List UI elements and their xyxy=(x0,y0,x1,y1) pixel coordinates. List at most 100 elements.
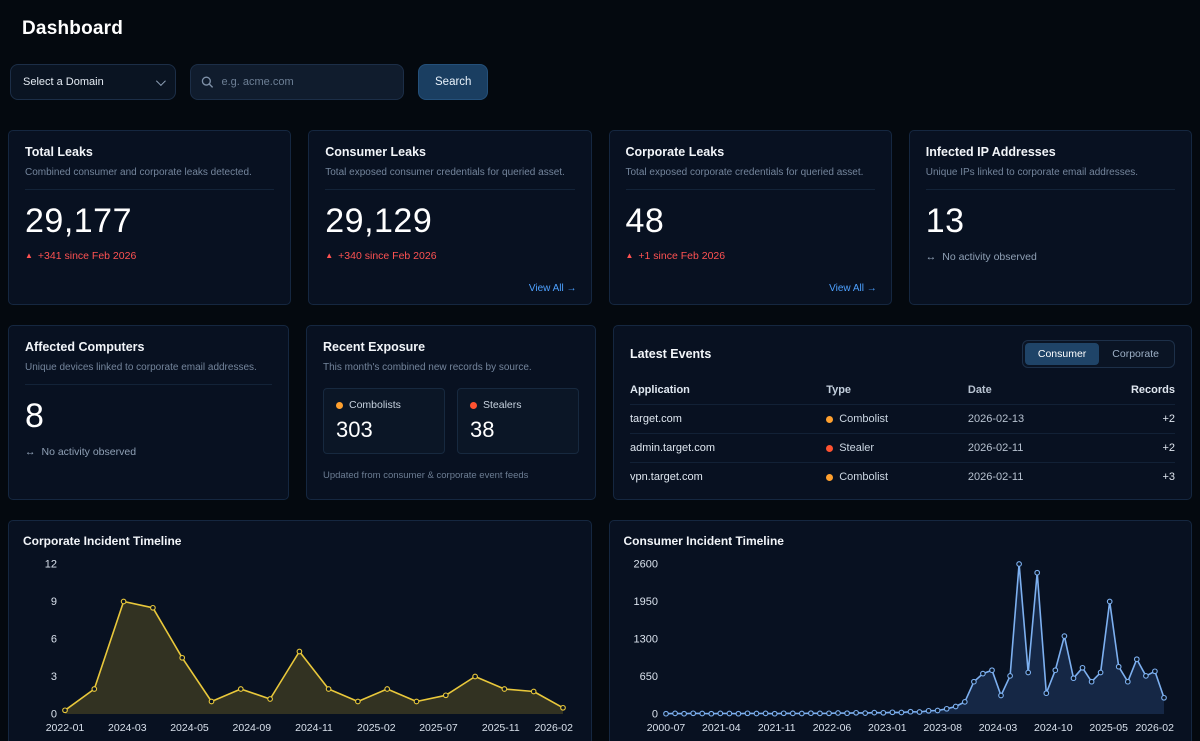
svg-text:2024-03: 2024-03 xyxy=(108,722,147,734)
latest-events-card: Latest Events Consumer Corporate Applica… xyxy=(613,325,1192,500)
search-button[interactable]: Search xyxy=(418,64,488,100)
stat-delta: ▲ +341 since Feb 2026 xyxy=(25,250,274,262)
stat-card-corporate-leaks: Corporate Leaks Total exposed corporate … xyxy=(609,130,892,305)
status-text: No activity observed xyxy=(42,446,137,458)
card-title: Recent Exposure xyxy=(323,340,579,354)
domain-select[interactable]: Select a Domain xyxy=(10,64,176,100)
svg-text:12: 12 xyxy=(45,559,57,571)
event-type: Combolist xyxy=(826,413,968,425)
col-header-type: Type xyxy=(826,378,968,405)
status-text: No activity observed xyxy=(942,251,1037,263)
event-date: 2026-02-11 xyxy=(968,434,1099,463)
events-header-row: Application Type Date Records xyxy=(630,378,1175,405)
delta-text: +1 since Feb 2026 xyxy=(638,250,725,262)
tab-consumer[interactable]: Consumer xyxy=(1025,343,1099,365)
event-records: +3 xyxy=(1099,463,1175,492)
chart-title: Corporate Incident Timeline xyxy=(23,534,577,548)
event-application: vpn.target.com xyxy=(630,463,826,492)
event-application: target.com xyxy=(630,405,826,434)
svg-text:2600: 2600 xyxy=(633,559,657,571)
svg-text:2022-01: 2022-01 xyxy=(46,722,85,734)
delta-text: +340 since Feb 2026 xyxy=(338,250,436,262)
svg-text:0: 0 xyxy=(651,709,657,721)
event-row: vpn.target.com Combolist 2026-02-11 +3 xyxy=(630,463,1175,492)
combolists-label-row: Combolists xyxy=(336,399,432,411)
svg-text:2023-01: 2023-01 xyxy=(868,722,907,734)
svg-text:2025-07: 2025-07 xyxy=(419,722,458,734)
svg-text:2024-03: 2024-03 xyxy=(978,722,1017,734)
up-triangle-icon: ▲ xyxy=(626,252,634,260)
stat-status: ↔ No activity observed xyxy=(25,446,272,458)
middle-row: Affected Computers Unique devices linked… xyxy=(8,325,1192,500)
svg-text:1950: 1950 xyxy=(633,596,657,608)
controls-bar: Select a Domain Search xyxy=(10,64,1192,100)
page-title: Dashboard xyxy=(22,18,1192,40)
card-title: Total Leaks xyxy=(25,145,274,159)
svg-text:2024-09: 2024-09 xyxy=(233,722,272,734)
event-row: admin.target.com Stealer 2026-02-11 +2 xyxy=(630,434,1175,463)
combolists-stat-box: Combolists 303 xyxy=(323,388,445,454)
card-subtitle: Unique IPs linked to corporate email add… xyxy=(926,166,1175,179)
svg-text:2025-05: 2025-05 xyxy=(1089,722,1128,734)
svg-text:6: 6 xyxy=(51,634,57,646)
combolists-label: Combolists xyxy=(349,399,401,411)
stealer-dot-icon xyxy=(470,402,477,409)
exposure-boxes: Combolists 303 Stealers 38 xyxy=(323,388,579,454)
svg-text:2026-02: 2026-02 xyxy=(534,722,573,734)
stealers-label: Stealers xyxy=(483,399,522,411)
svg-text:9: 9 xyxy=(51,596,57,608)
search-input[interactable] xyxy=(222,76,394,88)
event-type-label: Combolist xyxy=(839,413,888,425)
stat-value: 29,129 xyxy=(325,202,574,241)
combolist-dot-icon xyxy=(826,474,833,481)
svg-text:2024-11: 2024-11 xyxy=(295,722,333,734)
delta-text: +341 since Feb 2026 xyxy=(38,250,136,262)
stats-row: Total Leaks Combined consumer and corpor… xyxy=(8,130,1192,305)
stat-value: 13 xyxy=(926,202,1175,241)
view-all-consumer-link[interactable]: View All → xyxy=(529,283,577,294)
col-header-records: Records xyxy=(1099,378,1175,405)
combolists-value: 303 xyxy=(336,417,432,443)
stat-card-affected-computers: Affected Computers Unique devices linked… xyxy=(8,325,289,500)
card-title: Corporate Leaks xyxy=(626,145,875,159)
svg-text:2025-11: 2025-11 xyxy=(482,722,520,734)
divider xyxy=(25,189,274,190)
charts-row: Corporate Incident Timeline 0 3 6 9 12 2022-0… xyxy=(8,520,1192,741)
card-subtitle: This month's combined new records by sou… xyxy=(323,361,579,374)
stat-value: 48 xyxy=(626,202,875,241)
svg-text:2024-10: 2024-10 xyxy=(1034,722,1073,734)
event-date: 2026-02-11 xyxy=(968,463,1099,492)
svg-text:2025-02: 2025-02 xyxy=(357,722,396,734)
stat-value: 8 xyxy=(25,397,272,436)
stat-delta: ▲ +1 since Feb 2026 xyxy=(626,250,875,262)
stealers-value: 38 xyxy=(470,417,566,443)
svg-text:2021-04: 2021-04 xyxy=(702,722,741,734)
card-subtitle: Unique devices linked to corporate email… xyxy=(25,361,272,374)
event-type: Stealer xyxy=(826,442,968,454)
events-header: Latest Events Consumer Corporate xyxy=(630,340,1175,368)
card-title: Latest Events xyxy=(630,347,711,361)
recent-exposure-card: Recent Exposure This month's combined ne… xyxy=(306,325,596,500)
event-application: admin.target.com xyxy=(630,434,826,463)
divider xyxy=(325,189,574,190)
search-icon xyxy=(201,75,214,89)
up-triangle-icon: ▲ xyxy=(25,252,33,260)
stat-card-consumer-leaks: Consumer Leaks Total exposed consumer cr… xyxy=(308,130,591,305)
view-all-corporate-link[interactable]: View All → xyxy=(829,283,877,294)
svg-text:3: 3 xyxy=(51,671,57,683)
exposure-footer-note: Updated from consumer & corporate event … xyxy=(323,470,579,481)
corporate-timeline-card: Corporate Incident Timeline 0369122022-0… xyxy=(8,520,592,741)
svg-text:2000-07: 2000-07 xyxy=(646,722,685,734)
card-subtitle: Total exposed consumer credentials for q… xyxy=(325,166,574,179)
event-type: Combolist xyxy=(826,471,968,483)
svg-text:2024-05: 2024-05 xyxy=(170,722,209,734)
consumer-timeline-card: Consumer Incident Timeline 0650130019502… xyxy=(609,520,1193,741)
dashboard-page: Dashboard Select a Domain Search Total L… xyxy=(0,0,1200,741)
search-field-wrap xyxy=(190,64,404,100)
divider xyxy=(926,189,1175,190)
events-table: Application Type Date Records target.com… xyxy=(630,378,1175,491)
events-tab-group: Consumer Corporate xyxy=(1022,340,1175,368)
tab-corporate[interactable]: Corporate xyxy=(1099,343,1172,365)
svg-text:650: 650 xyxy=(639,671,657,683)
stat-card-infected-ips: Infected IP Addresses Unique IPs linked … xyxy=(909,130,1192,305)
